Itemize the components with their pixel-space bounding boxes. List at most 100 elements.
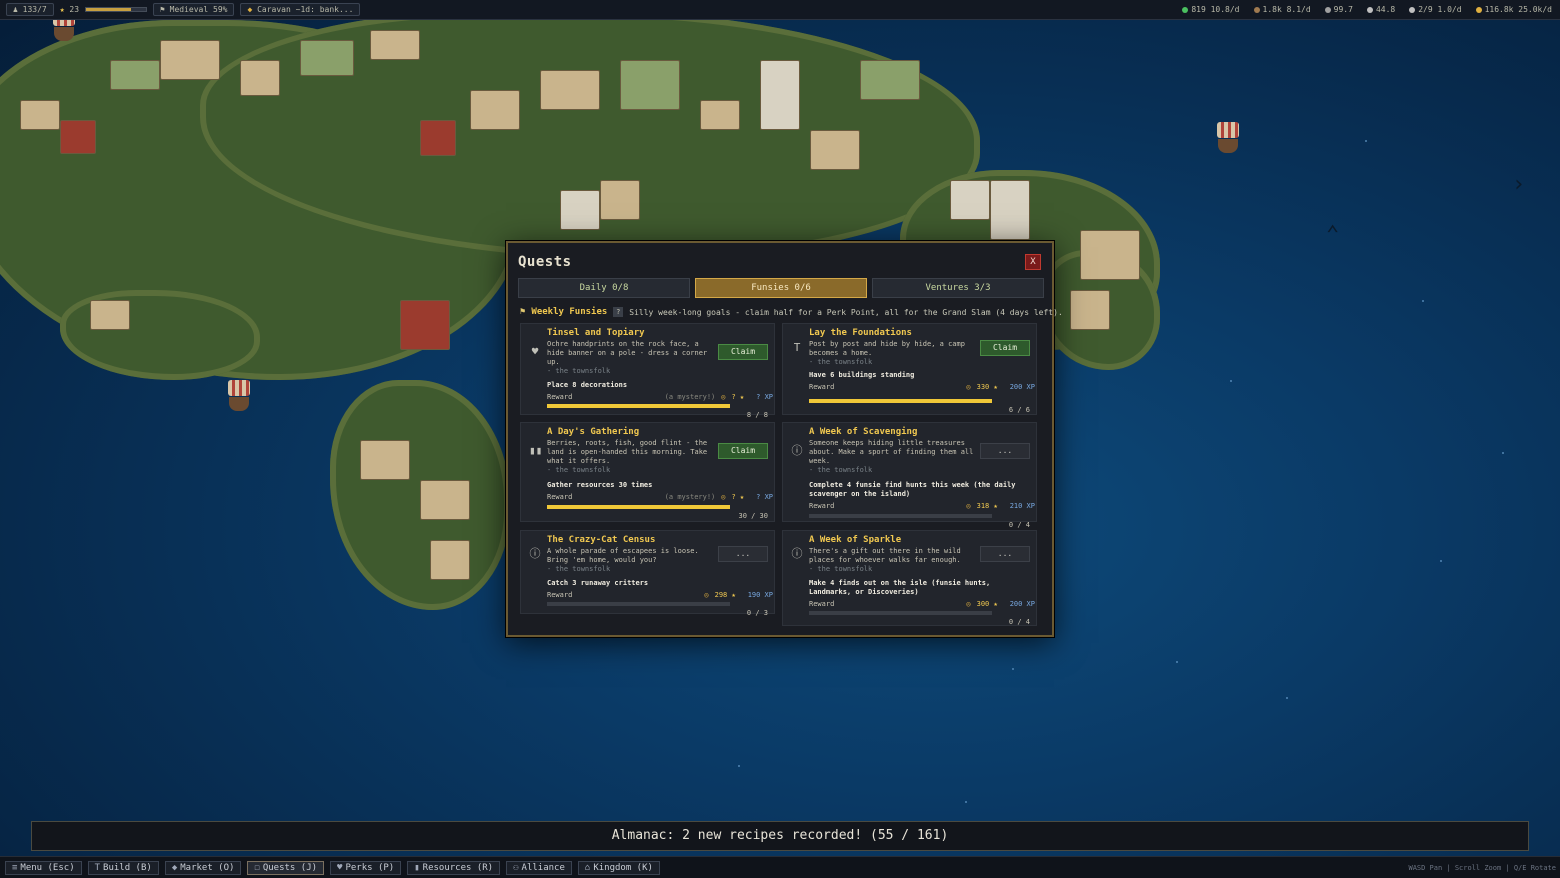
kingdom-icon: ⌂: [584, 862, 591, 873]
building: [110, 60, 160, 90]
quest-progress-bar: [547, 404, 730, 408]
quest-goal: Make 4 finds out on the isle (funsie hun…: [809, 579, 991, 596]
quest-description: There's a gift out there in the wild pla…: [809, 547, 981, 574]
quests-button[interactable]: ☐ Quests (J): [247, 860, 325, 875]
resource-value: 116.8k 25.0k/d: [1484, 5, 1552, 14]
quest-flavor-text: There's a gift out there in the wild pla…: [809, 547, 961, 564]
modal-title: Quests: [518, 254, 572, 270]
resource-value: 2/9 1.0/d: [1418, 5, 1462, 14]
resources-button[interactable]: ▮ Resources (R): [407, 860, 501, 875]
perks-icon: ♥: [337, 862, 343, 873]
building: [90, 300, 130, 330]
coin-icon: ◎: [704, 591, 709, 599]
quest-author: - the townsfolk: [547, 466, 611, 474]
quest-details-button[interactable]: ...: [980, 443, 1030, 459]
perks-button[interactable]: ♥ Perks (P): [330, 860, 402, 875]
resource-value: 1.8k 8.1/d: [1262, 5, 1311, 14]
menu-button[interactable]: ≡ Menu (Esc): [5, 860, 82, 875]
reward-coins: 330 ★: [976, 383, 998, 391]
button-label: Kingdom (K): [593, 862, 653, 873]
gold-icon: [1475, 6, 1482, 13]
quest-author: - the townsfolk: [809, 466, 873, 474]
quest-progress-text: 8 / 8: [746, 411, 768, 419]
quest-progress-bar: [809, 514, 992, 518]
bird-icon: ⌃: [1326, 222, 1340, 247]
level-label: 23: [69, 5, 80, 14]
button-label: Perks (P): [345, 862, 395, 873]
close-button[interactable]: X: [1025, 254, 1041, 270]
sparkle: [1286, 697, 1288, 699]
reward-coins: ? ★: [731, 393, 745, 401]
quest-title: Lay the Foundations: [809, 328, 912, 338]
quest-goal: Gather resources 30 times: [547, 481, 653, 489]
claim-button[interactable]: Claim: [718, 344, 768, 360]
kingdom-button[interactable]: ⌂ Kingdom (K): [577, 860, 660, 875]
sparkle: [1365, 140, 1367, 142]
quest-details-button[interactable]: ...: [718, 546, 768, 562]
building: [860, 60, 920, 100]
quest-progress-text: 0 / 4: [1008, 521, 1030, 529]
building: [160, 40, 220, 80]
resource-counter: 44.8: [1366, 5, 1395, 14]
bar-chart-icon: ▮▮: [529, 444, 543, 457]
building: [420, 480, 470, 520]
tools-icon: [1366, 6, 1373, 13]
building: [760, 60, 800, 130]
quest-progress-text: 0 / 4: [1008, 618, 1030, 626]
building: [300, 40, 354, 76]
player-icon: ♟: [13, 5, 23, 14]
claim-button[interactable]: Claim: [718, 443, 768, 459]
food-icon: [1182, 6, 1189, 13]
building: [420, 120, 456, 156]
quest-reward: Reward (a mystery!) ◎ ? ★ ? XP: [547, 393, 773, 401]
market-icon: ◆: [171, 862, 178, 873]
sparkle: [1230, 380, 1232, 382]
building: [370, 30, 420, 60]
building: [990, 180, 1030, 240]
quest-author: - the townsfolk: [547, 565, 611, 573]
resource-counter: 99.7: [1324, 5, 1353, 14]
reward-xp: 190 XP: [747, 591, 773, 599]
quest-author: - the townsfolk: [809, 358, 873, 366]
reward-label: Reward: [547, 591, 573, 599]
building: [400, 300, 450, 350]
reward-xp: 210 XP: [1009, 502, 1035, 510]
quest-description: Someone keeps hiding little treasures ab…: [809, 439, 981, 475]
quest-flavor-text: Ochre handprints on the rock face, a hid…: [547, 340, 708, 366]
resource-counter: 2/9 1.0/d: [1409, 5, 1462, 14]
quest-progress-text: 0 / 3: [746, 609, 768, 617]
building: [1080, 230, 1140, 280]
claim-button[interactable]: Claim: [980, 340, 1030, 356]
player-chip[interactable]: ♟ 133/7: [6, 3, 54, 16]
quest-progress-fill: [547, 505, 730, 509]
caravan-chip[interactable]: ◆ Caravan ~1d: bank...: [240, 3, 361, 16]
tab-daily[interactable]: Daily 0/8: [518, 278, 690, 298]
market-button[interactable]: ◆ Market (O): [164, 860, 242, 875]
alliance-button[interactable]: ⚇ Alliance: [506, 860, 572, 875]
xp-bar-fill: [86, 8, 132, 11]
resources-icon: ▮: [414, 862, 420, 873]
era-chip[interactable]: ⚑ Medieval 59%: [153, 3, 235, 16]
info-icon: ⓘ: [791, 547, 803, 560]
quest-details-button[interactable]: ...: [980, 546, 1030, 562]
button-label: Quests (J): [262, 862, 318, 873]
building: [540, 70, 600, 110]
build-button[interactable]: T Build (B): [87, 860, 159, 875]
tab-funsies[interactable]: Funsies 0/6: [695, 278, 867, 298]
reward-xp: 200 XP: [1009, 383, 1035, 391]
building: [600, 180, 640, 220]
reward-mystery: (a mystery!): [664, 393, 716, 401]
sparkle: [1502, 452, 1504, 454]
quest-author: - the townsfolk: [547, 367, 611, 375]
quest-goal: Have 6 buildings standing: [809, 371, 915, 379]
resource-counter: 819 10.8/d: [1182, 5, 1240, 14]
quests-icon: ☐: [254, 862, 260, 873]
reward-coins: 300 ★: [976, 600, 998, 608]
help-button[interactable]: ?: [613, 307, 624, 317]
quest-title: Tinsel and Topiary: [547, 328, 645, 338]
reward-label: Reward: [547, 493, 573, 501]
sparkle: [965, 801, 967, 803]
star-icon: ★: [59, 5, 70, 14]
info-icon: ⓘ: [529, 547, 541, 560]
tab-ventures[interactable]: Ventures 3/3: [872, 278, 1044, 298]
